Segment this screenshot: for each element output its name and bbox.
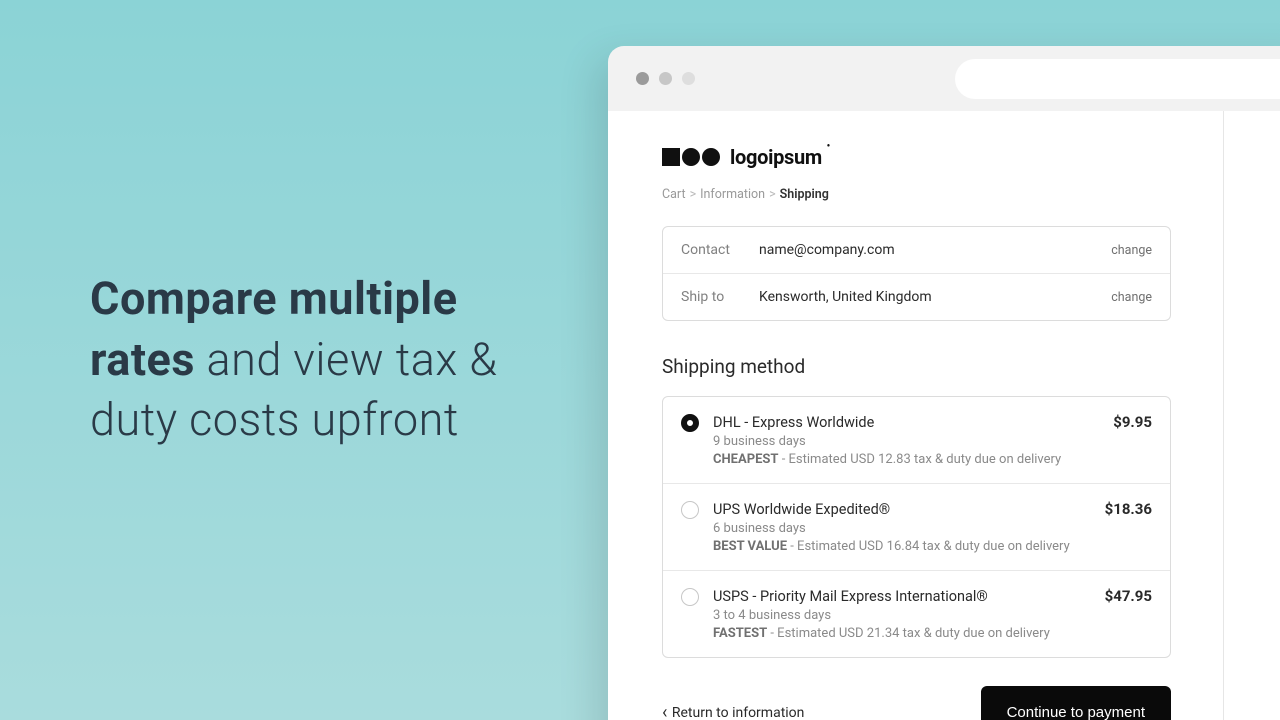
chevron-right-icon: >	[769, 187, 776, 202]
browser-window: logoipsum Cart>Information>Shipping Cont…	[608, 46, 1280, 720]
hero-headline: Compare multiple rates and view tax & du…	[90, 269, 568, 451]
chevron-right-icon: >	[690, 187, 697, 202]
url-bar[interactable]	[955, 59, 1280, 99]
method-days: 3 to 4 business days	[713, 608, 1152, 623]
method-name: UPS Worldwide Expedited®	[713, 501, 890, 518]
shipping-method-option[interactable]: DHL - Express Worldwide $9.95 9 business d…	[663, 397, 1170, 483]
store-logo[interactable]: logoipsum	[662, 145, 1171, 169]
method-price: $18.36	[1105, 500, 1152, 518]
breadcrumb-item[interactable]: Cart	[662, 187, 686, 202]
logo-text: logoipsum	[730, 145, 822, 169]
return-link[interactable]: Return to information	[662, 702, 804, 720]
change-contact-link[interactable]: change	[1111, 243, 1152, 258]
radio-icon	[681, 501, 699, 519]
shipping-method-option[interactable]: UPS Worldwide Expedited® $18.36 6 business…	[663, 483, 1170, 570]
traffic-light-close-icon[interactable]	[636, 72, 649, 85]
shipping-methods-list: DHL - Express Worldwide $9.95 9 business d…	[662, 396, 1171, 658]
traffic-light-zoom-icon[interactable]	[682, 72, 695, 85]
contact-label: Contact	[681, 242, 759, 258]
breadcrumb-item: Shipping	[780, 187, 829, 202]
shipping-method-title: Shipping method	[662, 355, 1171, 378]
shipto-label: Ship to	[681, 289, 759, 305]
order-summary-panel	[1224, 111, 1280, 720]
method-price: $47.95	[1105, 587, 1152, 605]
method-tag: FASTEST - Estimated USD 21.34 tax & duty…	[713, 626, 1152, 641]
shipping-method-option[interactable]: USPS - Priority Mail Express Internation…	[663, 570, 1170, 657]
radio-icon	[681, 414, 699, 432]
contact-value: name@company.com	[759, 242, 1111, 258]
method-days: 9 business days	[713, 434, 1152, 449]
continue-button[interactable]: Continue to payment	[981, 686, 1171, 720]
window-titlebar	[608, 46, 1280, 111]
method-name: DHL - Express Worldwide	[713, 414, 874, 431]
change-shipto-link[interactable]: change	[1111, 290, 1152, 305]
method-days: 6 business days	[713, 521, 1152, 536]
review-contact-row: Contact name@company.com change	[663, 227, 1170, 273]
traffic-light-minimize-icon[interactable]	[659, 72, 672, 85]
logo-mark-icon	[662, 148, 720, 166]
breadcrumb-item[interactable]: Information	[700, 187, 765, 202]
review-box: Contact name@company.com change Ship to …	[662, 226, 1171, 321]
radio-icon	[681, 588, 699, 606]
breadcrumb: Cart>Information>Shipping	[662, 187, 1171, 202]
shipto-value: Kensworth, United Kingdom	[759, 289, 1111, 305]
method-price: $9.95	[1113, 413, 1152, 431]
method-tag: CHEAPEST - Estimated USD 12.83 tax & dut…	[713, 452, 1152, 467]
method-name: USPS - Priority Mail Express Internation…	[713, 588, 988, 605]
method-tag: BEST VALUE - Estimated USD 16.84 tax & d…	[713, 539, 1152, 554]
review-shipto-row: Ship to Kensworth, United Kingdom change	[663, 273, 1170, 320]
